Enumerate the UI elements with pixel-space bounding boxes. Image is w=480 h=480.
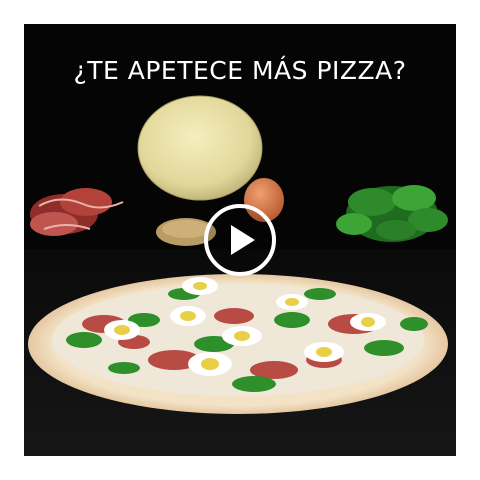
video-title-overlay: ¿TE APETECE MÁS PIZZA? — [73, 56, 407, 85]
play-button[interactable] — [204, 204, 276, 276]
cheese-wheel — [137, 95, 263, 201]
play-icon — [231, 225, 255, 255]
pizza — [28, 274, 448, 414]
video-player[interactable]: ¿TE APETECE MÁS PIZZA? — [24, 24, 456, 456]
